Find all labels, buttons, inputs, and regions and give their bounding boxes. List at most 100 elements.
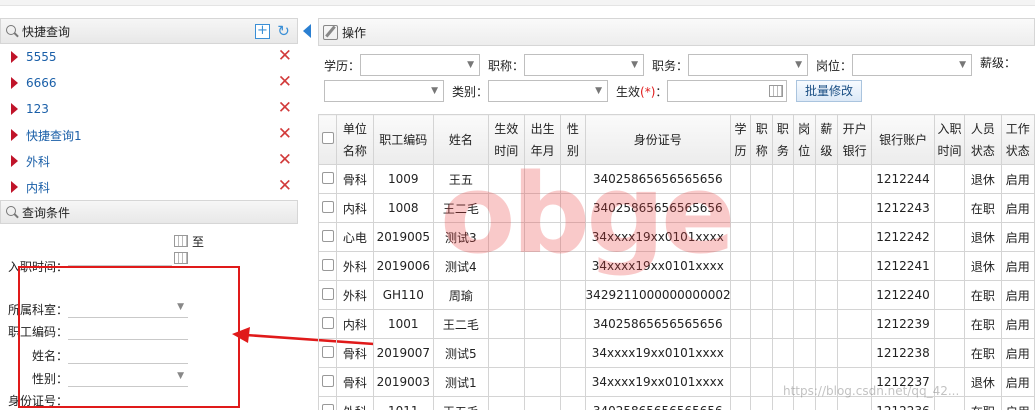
title-cell <box>750 164 774 194</box>
table-row[interactable]: 内科 1008 王二毛 34025865656565656 1212243 在职 启用 <box>317 193 1035 223</box>
quick-query-item[interactable]: 123 ✕ <box>0 96 298 122</box>
work-status-cell: 启用 <box>1000 193 1035 223</box>
delete-icon[interactable]: ✕ <box>278 178 292 195</box>
col-post[interactable]: 岗位 <box>792 114 816 165</box>
quick-query-item[interactable]: 6666 ✕ <box>0 70 298 96</box>
refresh-icon[interactable]: ↻ <box>276 24 291 39</box>
row-checkbox[interactable] <box>321 200 334 213</box>
delete-icon[interactable]: ✕ <box>278 152 292 169</box>
delete-icon[interactable]: ✕ <box>278 100 292 117</box>
entry-cell <box>933 367 966 397</box>
gender-cell <box>560 251 586 281</box>
row-checkbox[interactable] <box>321 171 334 184</box>
table-row[interactable]: 内科 1001 王二毛 34025865656565656 1212239 在职 启用 <box>317 309 1035 339</box>
title-select[interactable]: ▼ <box>524 54 645 76</box>
table-row[interactable]: 骨科 2019007 测试5 34xxxx19xx0101xxxx 1212238 在职启… <box>317 338 1035 368</box>
col-effective-time[interactable]: 生效时间 <box>487 114 525 165</box>
salary-label: 薪级： <box>980 56 1017 70</box>
staff-status-cell: 在职 <box>964 280 1002 310</box>
entry-time-end-field[interactable] <box>68 248 172 266</box>
salary-cell <box>814 193 838 223</box>
gender-cell <box>560 222 586 252</box>
unit-cell: 骨科 <box>336 338 374 368</box>
row-checkbox[interactable] <box>321 403 334 410</box>
col-entry-time[interactable]: 入职时间 <box>933 114 966 165</box>
duty-select[interactable]: ▼ <box>688 54 809 76</box>
birth-cell <box>523 222 562 252</box>
gender-cell <box>560 367 586 397</box>
post-select[interactable]: ▼ <box>852 54 973 76</box>
col-education[interactable]: 学历 <box>729 114 752 165</box>
title-label: 职称： <box>488 58 525 73</box>
col-work-status[interactable]: 工作状态 <box>1000 114 1035 165</box>
delete-icon[interactable]: ✕ <box>278 126 292 143</box>
select-all-checkbox[interactable] <box>321 131 334 144</box>
col-gender[interactable]: 性别 <box>560 114 586 165</box>
effective-date-input[interactable] <box>667 80 788 102</box>
calendar-icon[interactable] <box>174 252 188 264</box>
work-status-cell: 启用 <box>1000 280 1035 310</box>
duty-cell <box>772 222 794 252</box>
id-cell: 34xxxx19xx0101xxxx <box>584 251 731 281</box>
post-label: 岗位： <box>816 58 853 73</box>
row-checkbox[interactable] <box>321 316 334 329</box>
work-status-cell: 启用 <box>1000 367 1035 397</box>
name-cell: 周瑜 <box>433 280 489 310</box>
chevron-down-icon: ▼ <box>959 60 967 70</box>
col-emp-code[interactable]: 职工编码 <box>372 114 435 165</box>
col-staff-status[interactable]: 人员状态 <box>964 114 1002 165</box>
duty-cell <box>772 164 794 194</box>
row-checkbox[interactable] <box>321 345 334 358</box>
entry-cell <box>933 309 966 339</box>
col-unit[interactable]: 单位名称 <box>336 114 374 165</box>
col-name[interactable]: 姓名 <box>433 114 489 165</box>
quick-query-item[interactable]: 外科 ✕ <box>0 148 298 174</box>
unit-cell: 内科 <box>336 309 374 339</box>
quick-query-item[interactable]: 内科 ✕ <box>0 174 298 200</box>
row-checkbox[interactable] <box>321 374 334 387</box>
account-cell: 1212240 <box>871 280 935 310</box>
duty-cell <box>772 309 794 339</box>
col-bank[interactable]: 开户银行 <box>836 114 873 165</box>
quick-query-item[interactable]: 5555 ✕ <box>0 44 298 70</box>
calendar-icon[interactable] <box>769 85 784 97</box>
highlight-box <box>18 266 240 408</box>
col-birth[interactable]: 出生年月 <box>523 114 562 165</box>
code-cell: 2019005 <box>372 222 435 252</box>
row-checkbox[interactable] <box>321 287 334 300</box>
col-duty[interactable]: 职务 <box>772 114 794 165</box>
code-cell: 1008 <box>372 193 435 223</box>
post-cell <box>792 338 816 368</box>
col-account[interactable]: 银行账户 <box>871 114 935 165</box>
collapse-left-icon[interactable] <box>303 24 311 38</box>
table-row[interactable]: 骨科 1009 王五 34025865656565656 1212244 退休 启用 <box>317 164 1035 194</box>
col-id-number[interactable]: 身份证号 <box>584 114 731 165</box>
duty-cell <box>772 280 794 310</box>
delete-icon[interactable]: ✕ <box>278 48 292 65</box>
table-row[interactable]: 外科 GH110 周瑜 3429211000000000002 1212240 在职 启用 <box>317 280 1035 310</box>
col-title[interactable]: 职称 <box>750 114 774 165</box>
education-select[interactable]: ▼ <box>360 54 481 76</box>
quick-query-item[interactable]: 快捷查询1 ✕ <box>0 122 298 148</box>
add-quick-query-button[interactable]: + <box>255 24 270 39</box>
category-select[interactable]: ▼ <box>488 80 609 102</box>
table-row[interactable]: 外科1011王五毛 34025865656565656 1212236 在职启用 <box>317 396 1035 410</box>
table-row[interactable]: 骨科 2019003 测试1 34xxxx19xx0101xxxx 1212237 退休启… <box>317 367 1035 397</box>
operations-header: 操作 <box>318 18 1035 46</box>
salary-select[interactable]: ▼ <box>324 80 444 102</box>
id-cell: 34xxxx19xx0101xxxx <box>584 367 731 397</box>
staff-status-cell: 在职 <box>964 338 1002 368</box>
table-row[interactable]: 外科 2019006 测试4 34xxxx19xx0101xxxx 1212241 退休启… <box>317 251 1035 281</box>
table-row[interactable]: 心电 2019005 测试3 34xxxx19xx0101xxxx 1212242 退休启… <box>317 222 1035 252</box>
chevron-down-icon: ▼ <box>595 86 603 96</box>
row-checkbox[interactable] <box>321 258 334 271</box>
salary-cell <box>814 309 838 339</box>
col-salary[interactable]: 薪级 <box>814 114 838 165</box>
education-cell <box>729 396 752 410</box>
calendar-icon[interactable] <box>174 235 188 247</box>
delete-icon[interactable]: ✕ <box>278 74 292 91</box>
work-status-cell: 启用 <box>1000 164 1035 194</box>
operations-title: 操作 <box>342 25 367 40</box>
row-checkbox[interactable] <box>321 229 334 242</box>
batch-modify-button[interactable]: 批量修改 <box>796 80 863 102</box>
